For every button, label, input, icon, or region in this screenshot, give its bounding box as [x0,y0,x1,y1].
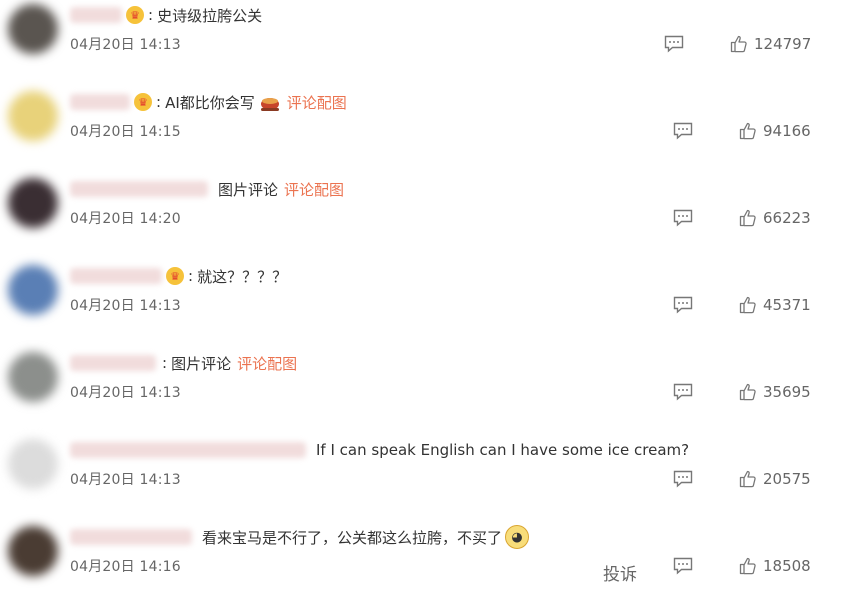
comment-time: 04月20日 14:13 [70,37,181,53]
username[interactable] [70,7,122,23]
thumbs-up-icon [739,557,756,575]
like-button[interactable]: 45371 [739,296,811,314]
comment-item: ♛ : 史诗级拉胯公关 04月20日 14:13 124797 [0,0,841,87]
like-count: 66223 [763,209,811,227]
comment-time: 04月20日 14:13 [70,385,181,401]
comment-bubble-icon[interactable] [664,35,684,53]
comment-time: 04月20日 14:13 [70,298,181,314]
avatar[interactable] [8,439,58,489]
like-count: 94166 [763,122,811,140]
comment-time: 04月20日 14:20 [70,211,181,227]
like-count: 20575 [763,470,811,488]
comment-line: ♛ : 就这？？？？ [70,264,287,288]
avatar[interactable] [8,352,58,402]
doge-emoji-icon: ◕ [505,525,530,549]
comment-bubble-icon[interactable] [673,470,693,488]
avatar[interactable] [8,265,58,315]
thumbs-up-icon [739,209,756,227]
username[interactable] [70,181,208,197]
comment-bubble-icon[interactable] [673,296,693,314]
username[interactable] [70,94,130,110]
comment-image-link[interactable]: 评论配图 [237,353,297,374]
comment-item: ♛ : 就这？？？？ 04月20日 14:13 45371 [0,261,841,348]
thumbs-up-icon [739,470,756,488]
thumbs-up-icon [739,122,756,140]
vip-crown-badge-icon: ♛ [126,6,144,24]
like-count: 45371 [763,296,811,314]
comment-item: If I can speak English can I have some i… [0,435,841,522]
comment-item: 看来宝马是不行了，公关都这么拉胯，不买了 ◕ 04月20日 14:16 1850… [0,522,841,609]
like-count: 35695 [763,383,811,401]
like-button[interactable]: 94166 [739,122,811,140]
comment-line: : 图片评论 评论配图 [70,351,297,375]
comment-bubble-icon[interactable] [673,383,693,401]
like-button[interactable]: 20575 [739,470,811,488]
comment-text: 史诗级拉胯公关 [157,6,263,25]
comment-text: 图片评论 [218,180,279,199]
comment-text: 就这？？？？ [197,267,288,286]
comment-line: 看来宝马是不行了，公关都这么拉胯，不买了 ◕ [70,525,530,549]
comment-text: AI都比你会写 [165,93,255,112]
report-button[interactable]: 投诉 [603,560,637,585]
comment-image-link[interactable]: 评论配图 [287,92,347,113]
like-button[interactable]: 66223 [739,209,811,227]
username[interactable] [70,442,306,458]
vip-crown-badge-icon: ♛ [134,93,152,111]
comment-line: If I can speak English can I have some i… [70,438,689,462]
username[interactable] [70,355,156,371]
vip-crown-badge-icon: ♛ [166,267,184,285]
comment-bubble-icon[interactable] [673,122,693,140]
comment-item: : 图片评论 评论配图 04月20日 14:13 35695 [0,348,841,435]
like-count: 18508 [763,557,811,575]
thumbs-up-icon [730,35,747,53]
like-button[interactable]: 124797 [730,35,811,53]
comment-text: If I can speak English can I have some i… [316,441,690,459]
thumbs-up-icon [739,383,756,401]
like-button[interactable]: 18508 [739,557,811,575]
avatar[interactable] [8,91,58,141]
like-button[interactable]: 35695 [739,383,811,401]
comment-line: ♛ : 史诗级拉胯公关 [70,3,262,27]
comment-image-link[interactable]: 评论配图 [284,179,344,200]
like-count: 124797 [754,35,812,53]
username[interactable] [70,268,162,284]
thumbs-up-icon [739,296,756,314]
comment-line: ♛ : AI都比你会写 评论配图 [70,90,347,114]
comment-time: 04月20日 14:15 [70,124,181,140]
comment-time: 04月20日 14:13 [70,472,181,488]
avatar[interactable] [8,526,58,576]
comment-item: 图片评论 评论配图 04月20日 14:20 66223 [0,174,841,261]
avatar[interactable] [8,178,58,228]
comment-item: ♛ : AI都比你会写 评论配图 04月20日 14:15 94166 [0,87,841,174]
hotpot-emoji-icon [259,92,281,112]
comment-text: 图片评论 [171,354,232,373]
comment-bubble-icon[interactable] [673,557,693,575]
comment-bubble-icon[interactable] [673,209,693,227]
avatar[interactable] [8,4,58,54]
comment-line: 图片评论 评论配图 [70,177,344,201]
username[interactable] [70,529,192,545]
comment-time: 04月20日 14:16 [70,559,181,575]
comment-text: 看来宝马是不行了，公关都这么拉胯，不买了 [202,528,503,547]
